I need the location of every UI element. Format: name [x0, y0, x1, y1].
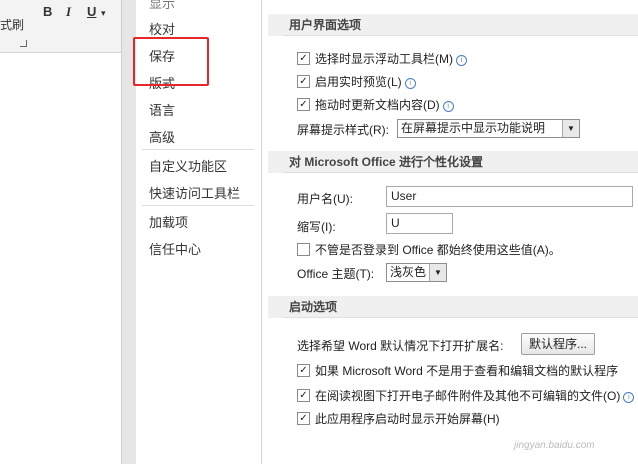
- update-on-drag-row: 拖动时更新文档内容(D) i: [315, 96, 454, 113]
- nav-item-display[interactable]: 显示: [149, 0, 175, 12]
- section-header-personalize: 对 Microsoft Office 进行个性化设置: [283, 151, 638, 173]
- chevron-down-icon: ▼: [429, 264, 446, 281]
- nav-item-advanced[interactable]: 高级: [149, 127, 175, 146]
- live-preview-label[interactable]: 启用实时预览(L): [315, 75, 402, 89]
- bold-button[interactable]: B: [43, 4, 52, 19]
- nav-item-customize-ribbon[interactable]: 自定义功能区: [149, 156, 227, 175]
- info-icon: i: [442, 101, 454, 112]
- underline-dropdown-icon[interactable]: ▾: [101, 8, 106, 19]
- reading-view-checkbox[interactable]: ✓: [297, 389, 310, 402]
- live-preview-row: 启用实时预览(L) i: [315, 73, 416, 90]
- update-on-drag-label[interactable]: 拖动时更新文档内容(D): [315, 98, 440, 112]
- mini-toolbar-row: 选择时显示浮动工具栏(M) i: [315, 50, 467, 67]
- section-header-startup: 启动选项: [283, 296, 638, 318]
- initials-input[interactable]: U: [386, 213, 453, 234]
- reading-view-row: 在阅读视图下打开电子邮件附件及其他不可编辑的文件(O) i: [315, 387, 635, 404]
- username-label: 用户名(U):: [297, 192, 353, 206]
- section-header-ui-options: 用户界面选项: [283, 14, 638, 36]
- default-extension-label: 选择希望 Word 默认情况下打开扩展名:: [297, 339, 504, 353]
- nav-item-language[interactable]: 语言: [149, 100, 175, 119]
- format-painter-label[interactable]: 式刷: [0, 16, 24, 33]
- underline-button[interactable]: U: [87, 4, 96, 19]
- ribbon-fragment: 式刷 B I U ▾: [0, 0, 122, 53]
- office-theme-select[interactable]: 浅灰色 ▼: [386, 263, 447, 282]
- info-icon: i: [456, 55, 467, 66]
- nav-divider: [142, 205, 254, 206]
- not-default-warn-checkbox[interactable]: ✓: [297, 364, 310, 377]
- nav-divider: [142, 149, 254, 150]
- info-icon: i: [623, 392, 635, 403]
- dialog-launcher-icon[interactable]: [20, 40, 27, 47]
- nav-item-trust-center[interactable]: 信任中心: [149, 239, 201, 258]
- always-use-label[interactable]: 不管是否登录到 Office 都始终使用这些值(A)。: [315, 241, 561, 258]
- nav-item-quick-access-toolbar[interactable]: 快速访问工具栏: [149, 183, 240, 202]
- watermark: jingyan.baidu.com: [514, 440, 595, 451]
- document-area: [0, 0, 122, 464]
- italic-button[interactable]: I: [66, 4, 71, 20]
- update-on-drag-checkbox[interactable]: ✓: [297, 98, 310, 111]
- username-input[interactable]: User: [386, 186, 633, 207]
- always-use-checkbox[interactable]: [297, 243, 310, 256]
- default-programs-button[interactable]: 默认程序...: [521, 333, 595, 355]
- start-screen-label[interactable]: 此应用程序启动时显示开始屏幕(H): [315, 410, 500, 427]
- reading-view-label[interactable]: 在阅读视图下打开电子邮件附件及其他不可编辑的文件(O): [315, 389, 620, 403]
- highlight-annotation: [133, 37, 209, 86]
- start-screen-checkbox[interactable]: ✓: [297, 412, 310, 425]
- nav-item-add-ins[interactable]: 加载项: [149, 212, 188, 231]
- screentip-value: 在屏幕提示中显示功能说明: [401, 121, 546, 135]
- live-preview-checkbox[interactable]: ✓: [297, 75, 310, 88]
- office-theme-label: Office 主题(T):: [297, 267, 375, 281]
- mini-toolbar-label[interactable]: 选择时显示浮动工具栏(M): [315, 52, 453, 66]
- info-icon: i: [404, 78, 416, 89]
- not-default-warn-label[interactable]: 如果 Microsoft Word 不是用于查看和编辑文档的默认程序: [315, 362, 618, 379]
- nav-item-proofing[interactable]: 校对: [149, 19, 175, 38]
- chevron-down-icon: ▼: [562, 120, 579, 137]
- office-theme-value: 浅灰色: [390, 265, 427, 279]
- initials-label: 缩写(I):: [297, 220, 336, 234]
- screentip-select[interactable]: 在屏幕提示中显示功能说明 ▼: [397, 119, 580, 138]
- mini-toolbar-checkbox[interactable]: ✓: [297, 52, 310, 65]
- screentip-label: 屏幕提示样式(R):: [297, 123, 389, 137]
